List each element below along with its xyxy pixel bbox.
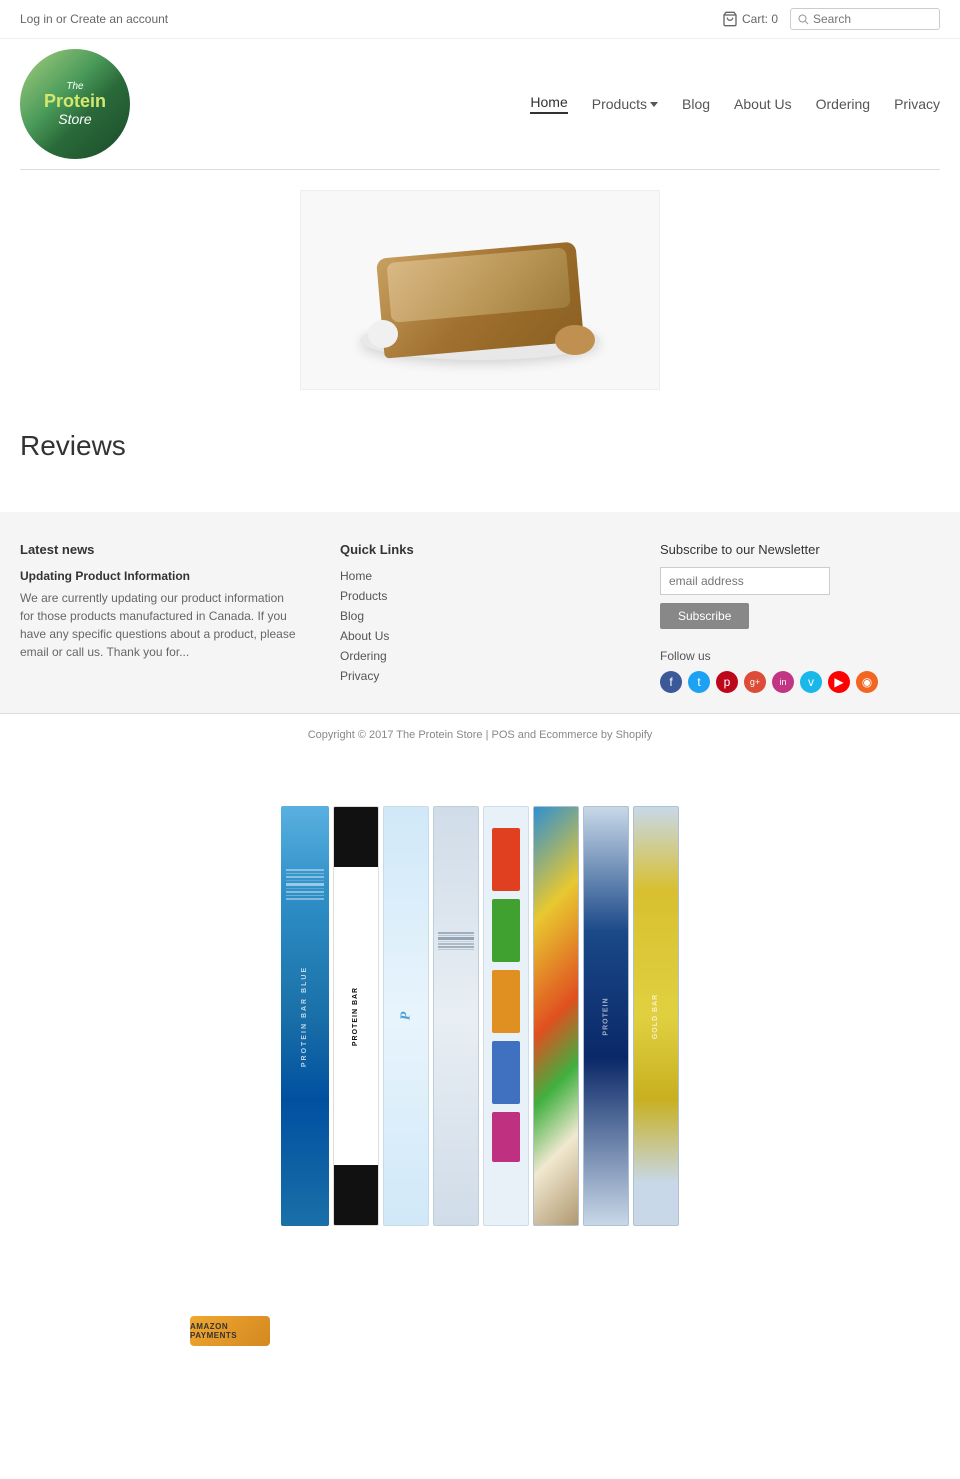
google-plus-icon[interactable]: g+ [744,671,766,693]
spacer2 [0,1266,960,1296]
copyright-bar: Copyright © 2017 The Protein Store | POS… [0,713,960,756]
food-topping [386,247,571,322]
top-bar: Log in or Create an account Cart: 0 [0,0,960,39]
nav-products-wrap[interactable]: Products [592,96,658,112]
food-egg [368,320,398,348]
cart-count: Cart: 0 [742,12,778,26]
search-icon [797,13,809,25]
rss-icon[interactable]: ◉ [856,671,878,693]
top-bar-right: Cart: 0 [722,8,940,30]
main-nav: Home Products Blog About Us Ordering Pri… [530,94,940,114]
nav-blog[interactable]: Blog [682,96,710,112]
footer-news-col: Latest news Updating Product Information… [20,542,300,693]
subscribe-button[interactable]: Subscribe [660,603,749,629]
amazon-payments-badge: amazon payments [190,1316,270,1346]
nav-privacy[interactable]: Privacy [894,96,940,112]
top-bar-account: Log in or Create an account [20,12,168,26]
vimeo-icon[interactable]: v [800,671,822,693]
search-wrap[interactable] [790,8,940,30]
product-strip-1[interactable]: PROTEIN BAR BLUE [281,806,329,1226]
news-article-title[interactable]: Updating Product Information [20,569,300,583]
nav-ordering[interactable]: Ordering [816,96,870,112]
twitter-icon[interactable]: t [688,671,710,693]
header: The Protein Store Home Products Blog Abo… [0,39,960,169]
footer-link-privacy[interactable]: Privacy [340,669,620,683]
logo-protein: Protein [44,92,106,112]
or-separator: or [56,12,70,26]
nav-about-us[interactable]: About Us [734,96,792,112]
product-strip-6[interactable] [533,806,579,1226]
spacer1 [0,756,960,786]
product-strip-7[interactable]: PROTEIN [583,806,629,1226]
nav-products[interactable]: Products [592,96,647,112]
copyright-text: Copyright © 2017 The Protein Store | POS… [308,729,653,741]
footer-link-ordering[interactable]: Ordering [340,649,620,663]
follow-us-section: Follow us f t p g+ in v ▶ ◉ [660,649,940,693]
follow-us-heading: Follow us [660,649,940,663]
logo-circle: The Protein Store [20,49,130,159]
pinterest-icon[interactable]: p [716,671,738,693]
product-image [300,190,660,390]
newsletter-email-input[interactable] [660,567,830,595]
product-strip-8[interactable]: GOLD BAR [633,806,679,1226]
cart-wrap[interactable]: Cart: 0 [722,11,778,27]
footer-link-home[interactable]: Home [340,569,620,583]
product-strips-section: PROTEIN BAR BLUE PROTEIN BAR [0,786,960,1266]
reviews-section: Reviews [0,410,960,512]
product-strip-3[interactable]: P [383,806,429,1226]
footer: Latest news Updating Product Information… [0,512,960,713]
hero-section [0,170,960,410]
food-bar [376,241,584,358]
footer-quick-links-heading: Quick Links [340,542,620,557]
reviews-title: Reviews [20,430,940,462]
footer-link-about[interactable]: About Us [340,629,620,643]
news-article-text: We are currently updating our product in… [20,589,300,661]
product-strip-4[interactable] [433,806,479,1226]
footer-link-products[interactable]: Products [340,589,620,603]
footer-links-col: Quick Links Home Products Blog About Us … [340,542,620,693]
nav-home[interactable]: Home [530,94,567,114]
create-account-link[interactable]: Create an account [70,12,168,26]
bottom-area: amazon payments [0,1296,960,1366]
footer-news-heading: Latest news [20,542,300,557]
cart-icon [722,11,738,27]
footer-newsletter-col: Subscribe to our Newsletter Subscribe Fo… [660,542,940,693]
facebook-icon[interactable]: f [660,671,682,693]
chevron-down-icon [650,102,658,107]
login-link[interactable]: Log in [20,12,53,26]
search-input[interactable] [813,12,933,26]
product-strip-2[interactable]: PROTEIN BAR [333,806,379,1226]
strips-container: PROTEIN BAR BLUE PROTEIN BAR [281,806,679,1246]
food-illustration [330,210,630,370]
footer-link-blog[interactable]: Blog [340,609,620,623]
newsletter-heading: Subscribe to our Newsletter [660,542,940,557]
logo[interactable]: The Protein Store [20,49,140,159]
spacer3 [0,1366,960,1396]
logo-text: The Protein Store [44,81,106,127]
instagram-icon[interactable]: in [772,671,794,693]
social-icons-row: f t p g+ in v ▶ ◉ [660,671,940,693]
logo-store: Store [44,112,106,127]
product-strip-5[interactable] [483,806,529,1226]
food-nut [555,325,595,355]
youtube-icon[interactable]: ▶ [828,671,850,693]
